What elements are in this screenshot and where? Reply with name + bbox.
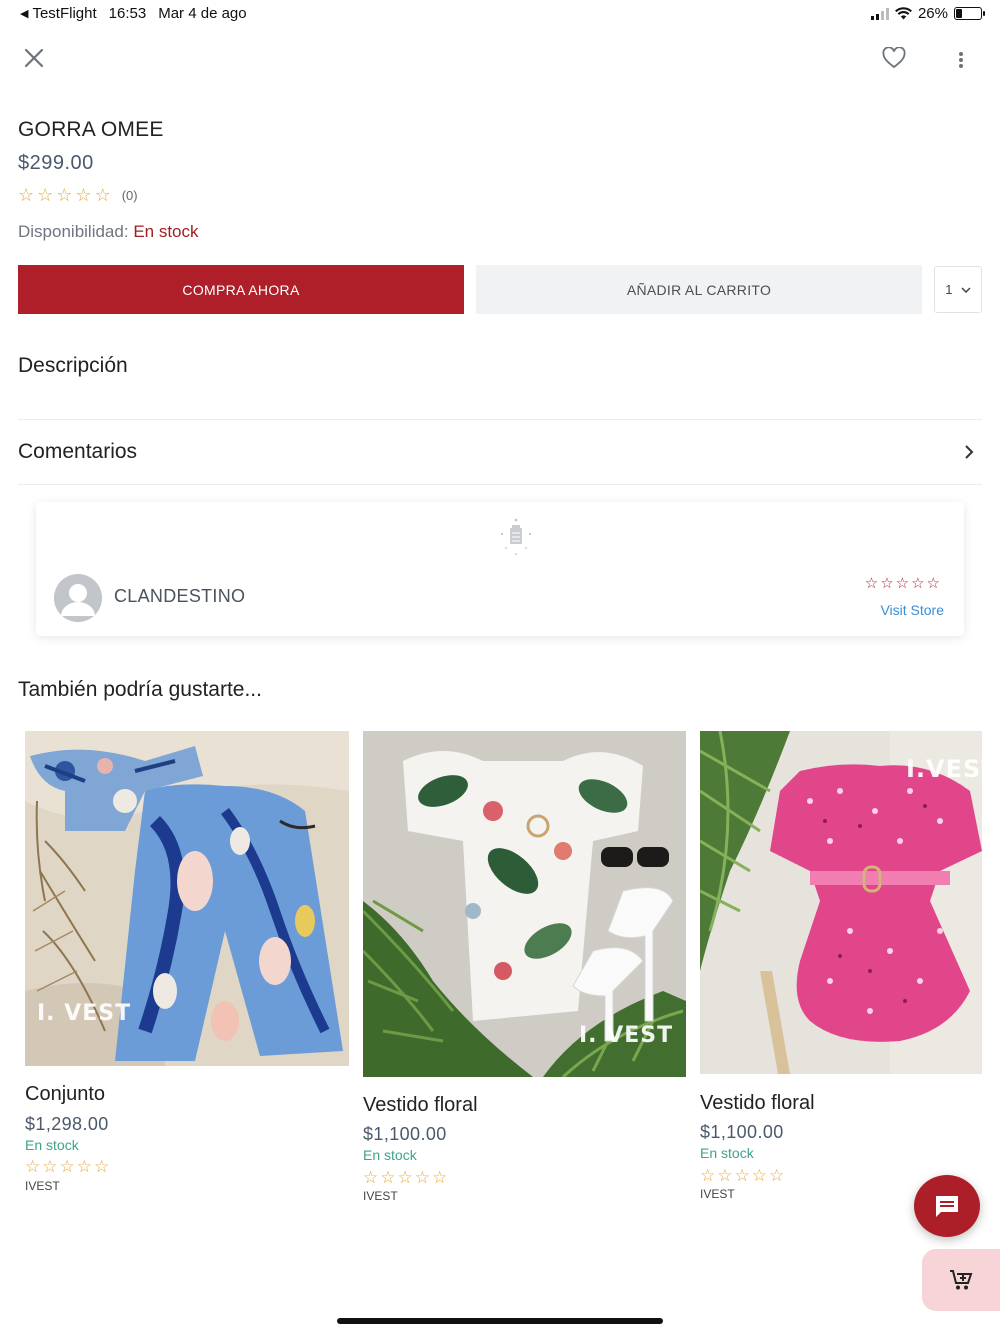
product-card-price: $1,100.00 <box>363 1124 447 1144</box>
battery-icon <box>954 7 985 20</box>
product-card-vendor: IVEST <box>363 1189 398 1203</box>
back-app-label[interactable]: TestFlight <box>32 5 96 22</box>
rating-count: (0) <box>121 187 138 203</box>
top-bar <box>0 38 1000 82</box>
star-outline-icon: ☆ <box>37 185 54 205</box>
status-date: Mar 4 de ago <box>158 5 247 22</box>
image-watermark: I. VEST <box>37 1001 132 1026</box>
status-time: 16:53 <box>108 5 147 22</box>
availability: Disponibilidad: En stock <box>18 222 199 242</box>
chat-bubble-icon <box>936 1196 958 1217</box>
star-outline-icon: ☆ <box>700 1166 716 1185</box>
store-card: CLANDESTINO ☆ ☆ ☆ ☆ ☆ Visit Store <box>36 502 964 636</box>
back-arrow-icon[interactable]: ◀ <box>20 7 28 20</box>
status-left: ◀ TestFlight 16:53 Mar 4 de ago <box>20 5 247 22</box>
product-price: $299.00 <box>18 152 94 174</box>
battery-percent: 26% <box>917 5 948 22</box>
comments-heading: Comentarios <box>18 440 138 463</box>
product-card-price: $1,100.00 <box>700 1122 784 1142</box>
product-card[interactable]: I. VEST Vestido floral $1,100.00 En stoc… <box>363 731 686 1211</box>
home-indicator[interactable] <box>337 1318 663 1324</box>
star-outline-icon: ☆ <box>414 1168 430 1187</box>
add-to-cart-button[interactable]: AÑADIR AL CARRITO <box>476 265 922 314</box>
product-rating: ☆ ☆ ☆ ☆ ☆ (0) <box>18 186 138 204</box>
product-card-rating: ☆ ☆ ☆ ☆ ☆ <box>25 1157 109 1177</box>
heart-icon[interactable] <box>874 38 914 78</box>
visit-store-link[interactable]: Visit Store <box>880 602 944 618</box>
product-card-rating: ☆ ☆ ☆ ☆ ☆ <box>363 1168 447 1188</box>
comments-row[interactable]: Comentarios <box>0 428 1000 478</box>
product-card-stock: En stock <box>25 1137 79 1153</box>
star-outline-icon: ☆ <box>25 1157 41 1176</box>
star-outline-icon: ☆ <box>42 1157 58 1176</box>
product-card-name: Conjunto <box>25 1083 106 1105</box>
chevron-down-icon <box>961 286 971 293</box>
product-card-stock: En stock <box>363 1147 417 1163</box>
star-outline-icon: ☆ <box>94 185 111 205</box>
star-outline-icon: ☆ <box>864 575 879 592</box>
star-outline-icon: ☆ <box>717 1166 733 1185</box>
star-outline-icon: ☆ <box>76 1157 92 1176</box>
quantity-value: 1 <box>945 282 953 297</box>
star-outline-icon: ☆ <box>751 1166 767 1185</box>
availability-value: En stock <box>133 222 199 241</box>
star-outline-icon: ☆ <box>926 575 940 592</box>
star-outline-icon: ☆ <box>880 575 894 592</box>
wifi-icon <box>894 7 912 20</box>
star-outline-icon: ☆ <box>432 1168 448 1187</box>
star-outline-icon: ☆ <box>380 1168 396 1187</box>
product-card-vendor: IVEST <box>25 1179 60 1193</box>
status-right: 26% <box>870 5 985 22</box>
image-watermark: I.VEST <box>906 755 982 783</box>
star-outline-icon: ☆ <box>75 185 92 205</box>
divider <box>18 484 982 485</box>
product-card-name: Vestido floral <box>700 1092 815 1114</box>
product-card[interactable]: I.VEST Vestido floral $1,100.00 En stock… <box>700 731 982 1206</box>
star-outline-icon: ☆ <box>895 575 910 592</box>
star-outline-icon: ☆ <box>59 1157 75 1176</box>
chat-button[interactable] <box>914 1175 980 1237</box>
quantity-select[interactable]: 1 <box>934 266 982 313</box>
product-card-price: $1,298.00 <box>25 1114 109 1134</box>
image-watermark: I. VEST <box>579 1023 674 1048</box>
chevron-right-icon <box>965 445 974 459</box>
buy-now-button[interactable]: COMPRA AHORA <box>18 265 464 314</box>
cellular-signal-icon <box>870 7 889 20</box>
store-name[interactable]: CLANDESTINO <box>114 586 245 607</box>
description-heading[interactable]: Descripción <box>18 354 128 378</box>
product-image[interactable]: I. VEST <box>363 731 686 1077</box>
divider <box>18 419 982 420</box>
product-card-stock: En stock <box>700 1145 754 1161</box>
cart-fab-button[interactable] <box>922 1249 1000 1311</box>
star-outline-icon: ☆ <box>734 1166 750 1185</box>
product-card-vendor: IVEST <box>700 1187 735 1201</box>
more-vertical-icon[interactable] <box>941 40 981 80</box>
store-avatar <box>54 574 102 622</box>
add-to-cart-icon <box>950 1270 973 1290</box>
star-outline-icon: ☆ <box>911 575 925 592</box>
product-card[interactable]: I. VEST Conjunto $1,298.00 En stock ☆ ☆ ☆ ☆… <box>25 731 349 1201</box>
star-outline-icon: ☆ <box>56 185 73 205</box>
store-logo <box>500 518 532 555</box>
product-card-name: Vestido floral <box>363 1094 478 1116</box>
star-outline-icon: ☆ <box>94 1157 110 1176</box>
star-outline-icon: ☆ <box>363 1168 379 1187</box>
recommendations-heading: También podría gustarte... <box>18 678 262 701</box>
product-card-rating: ☆ ☆ ☆ ☆ ☆ <box>700 1166 784 1186</box>
store-rating: ☆ ☆ ☆ ☆ ☆ <box>865 574 940 592</box>
product-title: GORRA OMEE <box>18 118 164 141</box>
product-image[interactable]: I.VEST <box>700 731 982 1074</box>
star-outline-icon: ☆ <box>18 185 35 205</box>
star-outline-icon: ☆ <box>769 1166 785 1185</box>
status-bar: ◀ TestFlight 16:53 Mar 4 de ago 26% <box>0 0 1000 28</box>
star-outline-icon: ☆ <box>397 1168 413 1187</box>
product-image[interactable]: I. VEST <box>25 731 349 1066</box>
availability-label: Disponibilidad: <box>18 222 129 241</box>
close-icon[interactable] <box>14 38 54 78</box>
